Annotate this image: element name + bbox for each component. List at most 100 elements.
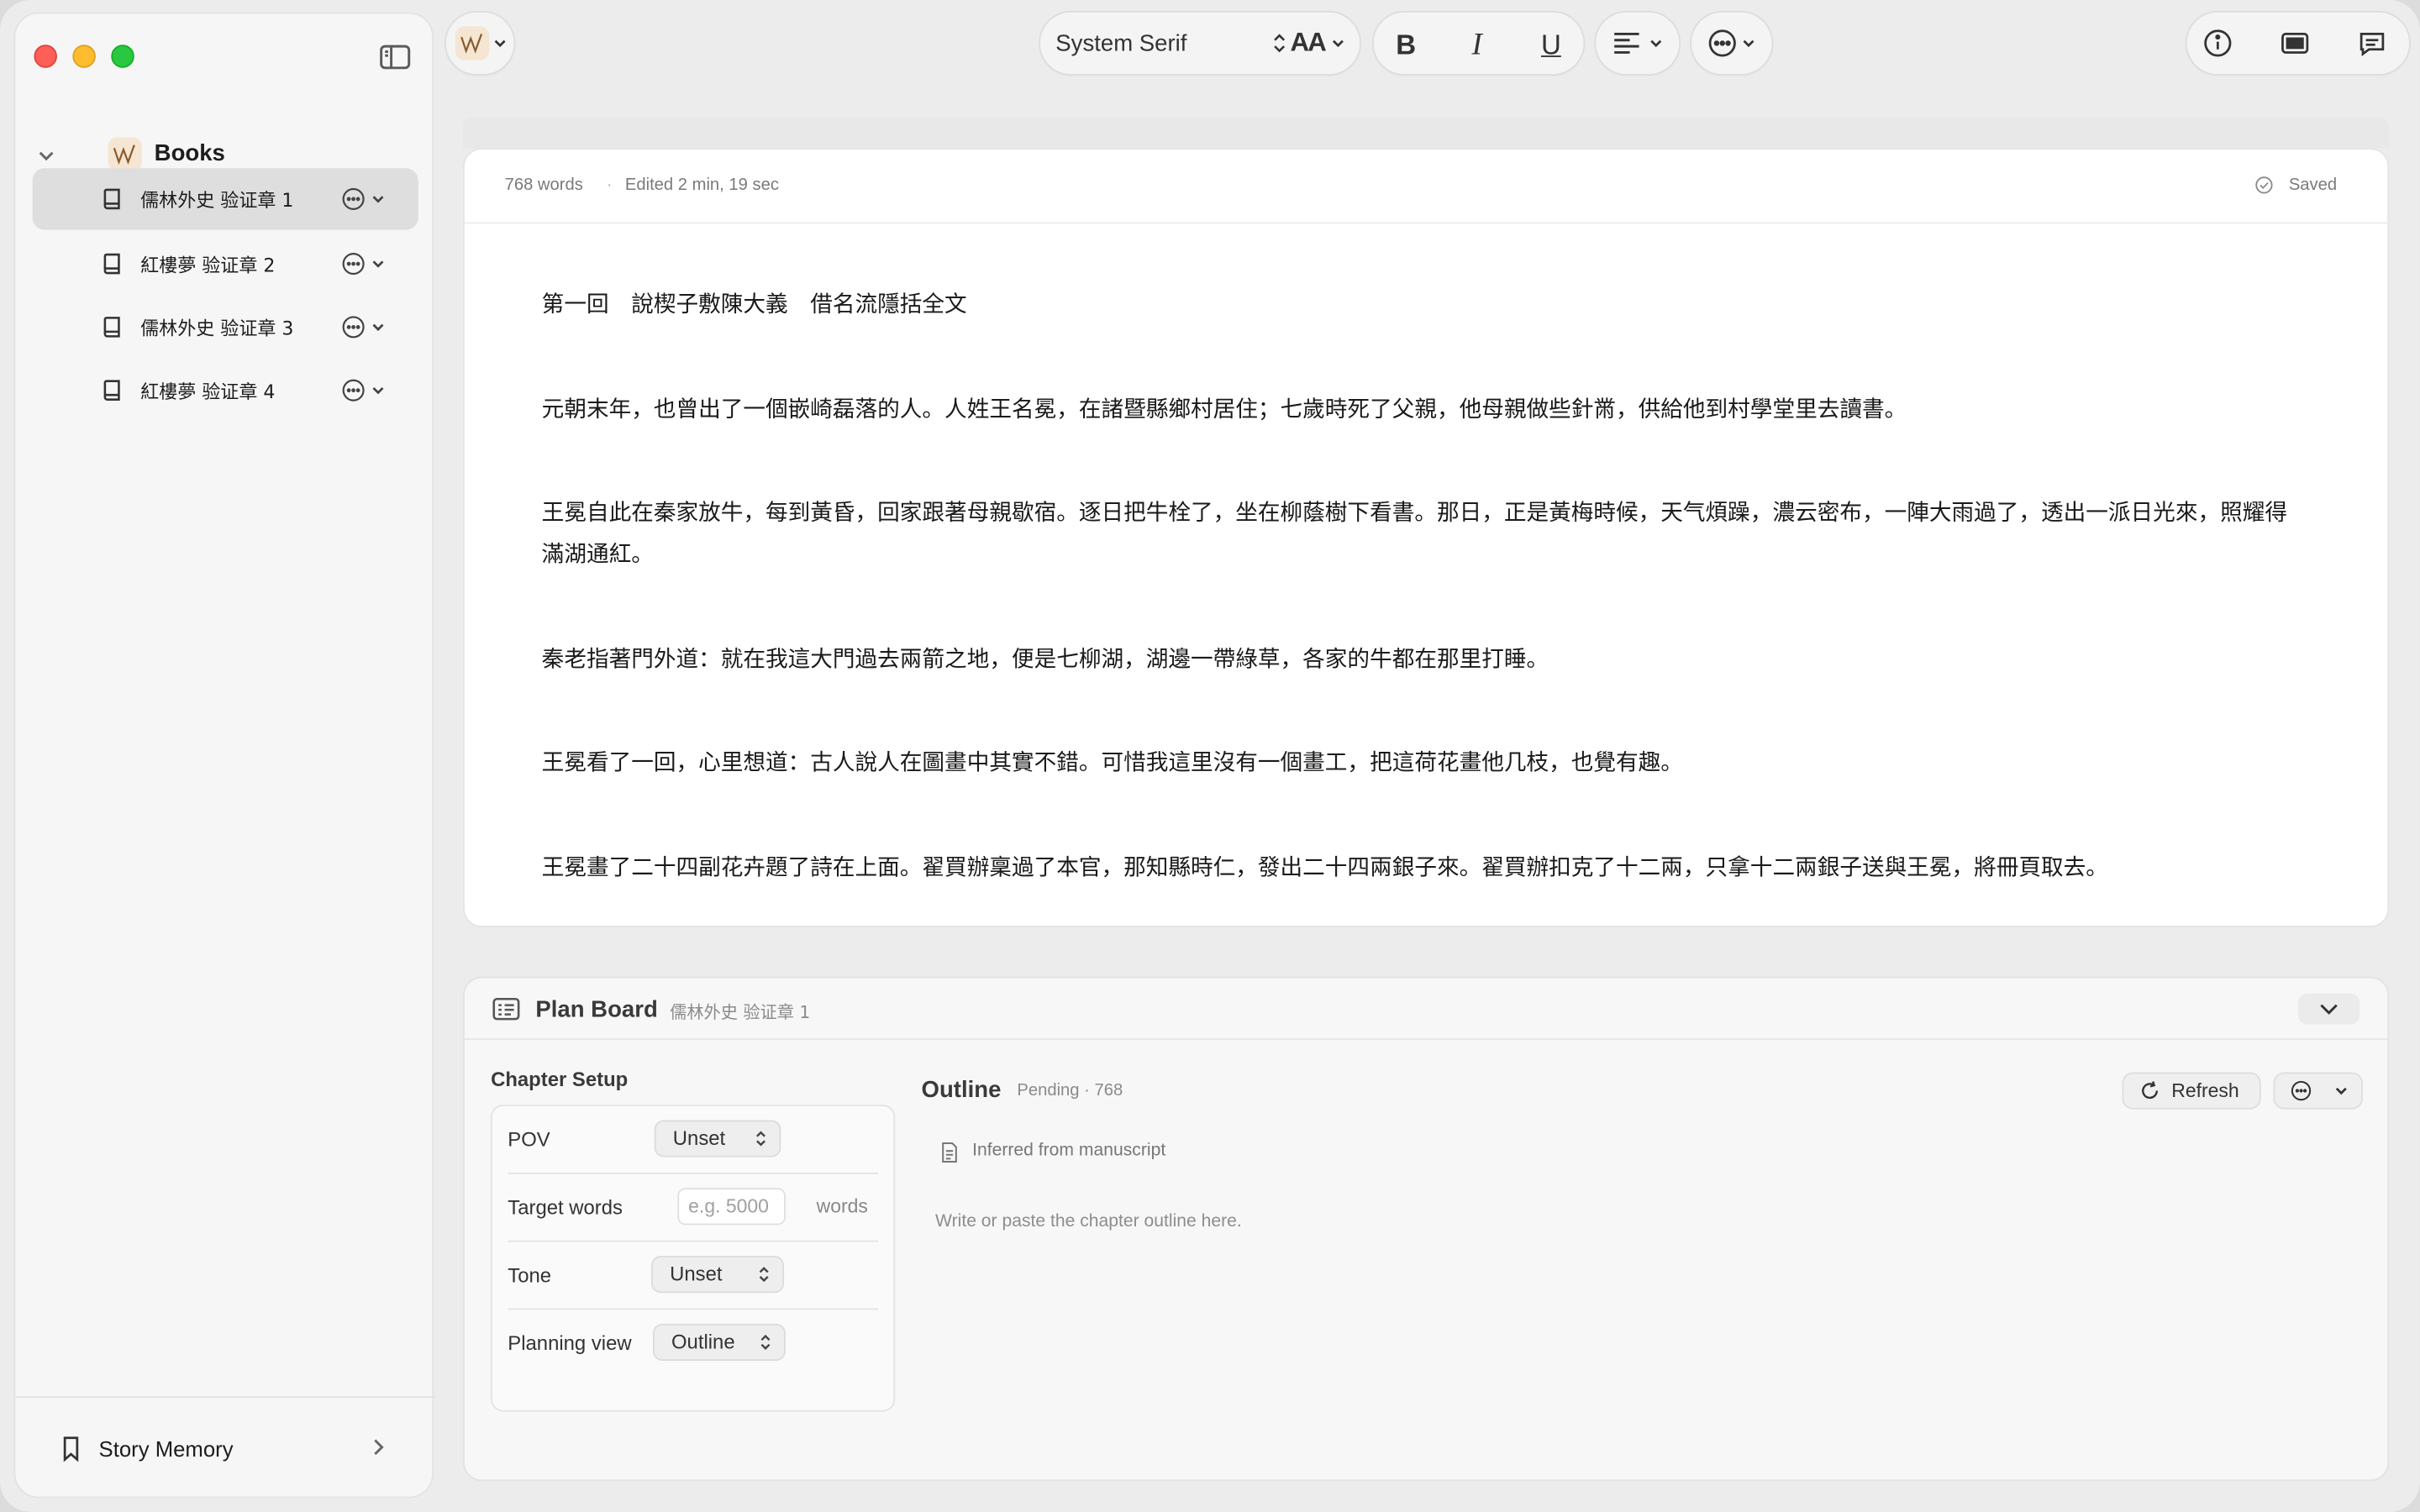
ellipsis-circle-icon[interactable] [341, 186, 366, 211]
target-words-row: Target words words [508, 1174, 879, 1242]
chapter-label: 紅樓夢 验证章 2 [140, 255, 276, 276]
pov-select[interactable]: Unset [655, 1121, 780, 1156]
paragraph[interactable]: 元朝末年，也曾出了一個嵌崎磊落的人。人姓王名冕，在諸暨縣鄉村居住；七歲時死了父親… [542, 391, 2302, 433]
words-unit-label: words [816, 1195, 868, 1218]
info-icon[interactable] [2202, 28, 2233, 59]
chevron-right-icon [374, 1439, 384, 1456]
chapter-heading[interactable]: 第一回 說楔子敷陳大義 借名流隱括全文 [542, 286, 2302, 328]
refresh-button[interactable]: Refresh [2123, 1074, 2260, 1108]
text-align-menu[interactable] [1596, 12, 1680, 75]
sidebar-chapter-item[interactable]: 紅樓夢 验证章 4 [33, 360, 418, 421]
outline-editor[interactable]: Write or paste the chapter outline here. [935, 1213, 1242, 1231]
inferred-label: Inferred from manuscript [972, 1142, 1166, 1161]
paragraph[interactable]: 王冕畫了二十四副花卉題了詩在上面。翟買辦稟過了本官，那知縣時仁，發出二十四兩銀子… [542, 848, 2302, 890]
app-logo-icon [455, 26, 490, 60]
app-menu-button[interactable] [445, 12, 514, 75]
pov-value: Unset [672, 1126, 726, 1150]
chevron-down-icon[interactable] [369, 318, 387, 336]
planning-view-row: Planning view Outline [508, 1310, 878, 1378]
paragraph[interactable]: 王冕看了一回，心里想道：古人說人在圖畫中其實不錯。可惜我這里沒有一個畫工，把這荷… [542, 743, 2302, 785]
inspector-group [2186, 12, 2410, 75]
chevron-down-icon [1650, 39, 1662, 48]
plan-board-title: Plan Board [535, 996, 658, 1023]
tone-value: Unset [670, 1262, 723, 1285]
underline-button[interactable]: U [1531, 24, 1571, 65]
chevron-down-icon [2335, 1087, 2347, 1095]
tone-row: Tone Unset [508, 1242, 879, 1310]
refresh-icon [2142, 1081, 2158, 1100]
pov-row: POV Unset [508, 1106, 879, 1174]
story-memory-button[interactable]: Story Memory [15, 1412, 435, 1486]
chevron-down-icon [1743, 39, 1754, 48]
outline-status: Pending · 768 [1017, 1081, 1123, 1100]
up-down-chevron-icon [760, 1334, 771, 1350]
chapter-setup-title: Chapter Setup [491, 1067, 629, 1091]
sidebar-toggle-icon[interactable] [376, 39, 413, 76]
italic-button[interactable]: I [1457, 24, 1497, 65]
tone-label: Tone [508, 1263, 552, 1287]
tone-select[interactable]: Unset [652, 1257, 783, 1292]
chevron-down-icon[interactable] [369, 381, 387, 400]
pov-label: POV [508, 1127, 550, 1152]
font-size-button[interactable]: AA [1290, 28, 1326, 59]
book-icon [103, 317, 120, 338]
chevron-down-icon [2320, 1004, 2338, 1015]
chevron-down-icon[interactable] [1330, 35, 1345, 50]
outline-title: Outline [921, 1077, 1002, 1104]
chapter-setup-card: POV Unset Target words words Tone Unset [491, 1105, 896, 1412]
font-name[interactable]: System Serif [1055, 31, 1186, 57]
close-window-button[interactable] [34, 45, 57, 68]
plan-board-chapter: 儒林外史 验证章 1 [670, 1002, 811, 1023]
books-title: Books [154, 140, 225, 167]
sidebar-chapter-item[interactable]: 儒林外史 验证章 3 [33, 297, 418, 358]
planning-view-value: Outline [671, 1330, 735, 1353]
target-words-input[interactable] [677, 1188, 786, 1226]
focus-mode-icon[interactable] [2280, 28, 2311, 59]
chapter-label: 紅樓夢 验证章 4 [140, 381, 276, 403]
outline-more-button[interactable] [2275, 1074, 2362, 1108]
edited-time: Edited 2 min, 19 sec [624, 176, 779, 195]
sidebar-chapter-item[interactable]: 紅樓夢 验证章 2 [33, 233, 418, 294]
chevron-down-icon[interactable] [369, 255, 387, 273]
bookmark-icon [63, 1436, 79, 1462]
chevron-down-icon[interactable] [34, 144, 58, 168]
refresh-label: Refresh [2171, 1079, 2239, 1102]
sidebar-chapter-item[interactable]: 儒林外史 验证章 1 [32, 168, 418, 230]
editor[interactable]: 768 words · Edited 2 min, 19 sec Saved 第… [463, 148, 2390, 927]
minimize-window-button[interactable] [72, 45, 96, 68]
story-memory-label: Story Memory [98, 1436, 234, 1462]
document-icon [942, 1142, 957, 1163]
paragraph[interactable]: 秦老指著門外道：就在我這大門過去兩箭之地，便是七柳湖，湖邊一帶綠草，各家的牛都在… [542, 640, 2302, 682]
planning-view-select[interactable]: Outline [654, 1325, 785, 1360]
text-style-group: B I U [1373, 12, 1584, 75]
plan-board: Plan Board 儒林外史 验证章 1 Chapter Setup POV … [463, 976, 2390, 1482]
saved-status: Saved [2288, 176, 2338, 195]
chapter-label: 儒林外史 验证章 1 [140, 189, 294, 212]
ellipsis-circle-icon[interactable] [341, 251, 366, 276]
chevron-down-icon [494, 39, 506, 48]
zoom-window-button[interactable] [111, 45, 134, 68]
up-down-chevron-icon [756, 1131, 765, 1147]
bold-button[interactable]: B [1386, 24, 1426, 65]
up-down-chevron-icon [759, 1267, 769, 1283]
word-count: 768 words [504, 176, 583, 195]
meta-separator: · [606, 176, 613, 195]
editor-meta-bar: 768 words · Edited 2 min, 19 sec Saved [464, 150, 2388, 224]
app-window: Books 儒林外史 验证章 1 紅樓夢 验证章 2 儒林外史 验证章 3 紅樓… [0, 0, 2420, 1512]
sidebar-divider [15, 1396, 435, 1399]
app-logo-icon [108, 137, 142, 171]
chapter-label: 儒林外史 验证章 3 [140, 318, 294, 340]
ellipsis-circle-icon[interactable] [341, 378, 366, 402]
comment-icon[interactable] [2357, 28, 2388, 59]
font-picker[interactable]: System Serif AA [1039, 12, 1360, 75]
paragraph[interactable]: 王冕自此在秦家放牛，每到黃昏，回家跟著母親歇宿。逐日把牛栓了，坐在柳蔭樹下看書。… [542, 494, 2302, 577]
book-icon [103, 380, 120, 401]
ellipsis-circle-icon[interactable] [341, 315, 366, 339]
collapse-button[interactable] [2297, 993, 2360, 1025]
plan-board-header: Plan Board 儒林外史 验证章 1 [464, 978, 2388, 1040]
text-align-icon [1614, 32, 1639, 54]
more-options-menu[interactable] [1691, 12, 1772, 75]
book-icon [103, 253, 120, 275]
ellipsis-circle-icon [2291, 1080, 2312, 1101]
chevron-down-icon[interactable] [369, 190, 387, 208]
